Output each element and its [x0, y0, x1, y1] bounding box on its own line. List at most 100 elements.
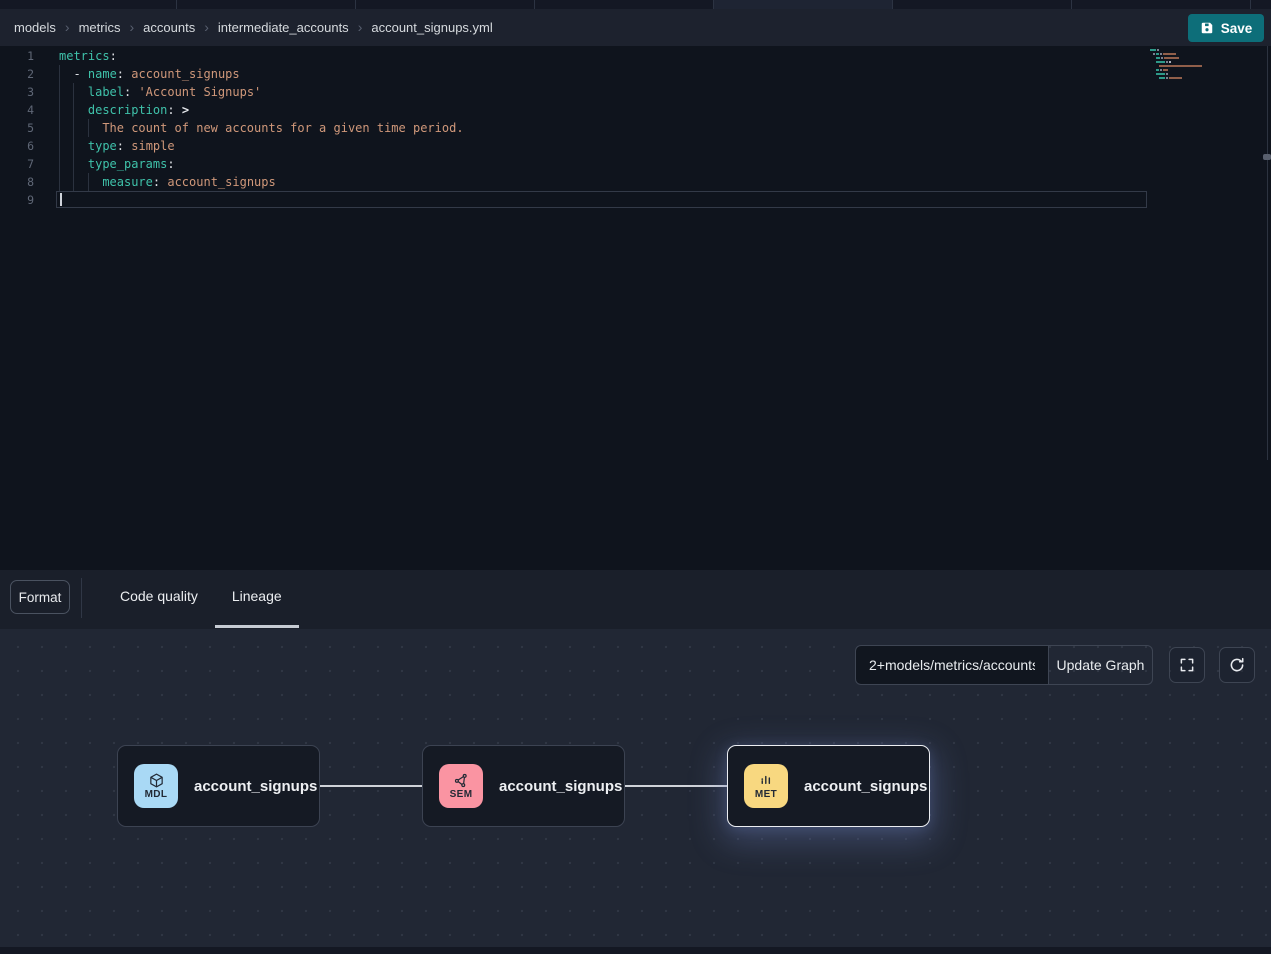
line-number: 1: [0, 47, 34, 65]
minimap-line: [1150, 69, 1212, 71]
metric-bars-icon: [758, 772, 775, 789]
save-button[interactable]: Save: [1188, 14, 1264, 42]
breadcrumb-item[interactable]: accounts: [143, 20, 195, 35]
current-line-highlight: [56, 191, 1147, 208]
indent-guide: [88, 173, 102, 191]
lineage-node-met[interactable]: METaccount_signups: [727, 745, 930, 827]
fullscreen-icon: [1178, 656, 1196, 674]
text-cursor: [60, 193, 62, 206]
lineage-node-sem[interactable]: SEM account_signups: [422, 745, 625, 827]
yaml-token: :: [167, 157, 174, 171]
code-line: 3 label: 'Account Signups': [0, 83, 1271, 101]
save-floppy-icon: [1200, 21, 1214, 35]
yaml-token: type_params: [88, 157, 167, 171]
tab-lineage[interactable]: Lineage: [215, 570, 299, 622]
editor-scrollbar-track[interactable]: [1267, 46, 1268, 460]
panel-tabs: Code quality Lineage: [103, 570, 299, 622]
bottom-strip: [0, 947, 1271, 954]
yaml-token: account_signups: [160, 175, 276, 189]
bottom-panel-tab-bar: Format Code quality Lineage: [0, 570, 1271, 629]
yaml-token: The count of new accounts for a given ti…: [102, 121, 463, 135]
minimap-line: [1150, 49, 1212, 51]
code-line-content: label: 'Account Signups': [59, 83, 261, 101]
yaml-code-editor[interactable]: 1 metrics: 2 - name: account_signups 3 label:…: [0, 46, 1271, 570]
node-label: account_signups: [194, 778, 317, 795]
code-line-content: description: >: [59, 101, 189, 119]
breadcrumb-item[interactable]: intermediate_accounts: [218, 20, 349, 35]
indent-guide: [59, 173, 73, 191]
indent-guide: [73, 101, 87, 119]
tab-divider: [713, 0, 714, 9]
line-number: 5: [0, 119, 34, 137]
yaml-token: :: [110, 49, 117, 63]
refresh-button[interactable]: [1219, 647, 1255, 683]
code-line-content: measure: account_signups: [59, 173, 276, 191]
minimap-line: [1150, 57, 1212, 59]
code-lines: 1 metrics: 2 - name: account_signups 3 label:…: [0, 47, 1271, 209]
tab-code-quality[interactable]: Code quality: [103, 570, 215, 622]
code-line: 4description: >: [0, 101, 1271, 119]
tab-divider: [892, 0, 893, 9]
yaml-token: :: [117, 139, 124, 153]
line-number: 3: [0, 83, 34, 101]
yaml-token: label: [88, 85, 124, 99]
tab-bar-divider: [81, 578, 82, 618]
yaml-token: -: [73, 67, 87, 81]
lineage-filter-input[interactable]: [855, 645, 1049, 685]
indent-guide: [73, 83, 87, 101]
code-line: 2 - name: account_signups: [0, 65, 1271, 83]
indent-guide: [73, 137, 87, 155]
line-number: 2: [0, 65, 34, 83]
breadcrumb-separator-icon: ›: [129, 20, 134, 34]
tab-divider: [534, 0, 535, 9]
editor-tabs-strip: [0, 0, 1271, 9]
fullscreen-button[interactable]: [1169, 647, 1205, 683]
yaml-token: >: [175, 103, 189, 117]
active-tab-segment: [713, 0, 892, 9]
breadcrumb-item[interactable]: account_signups.yml: [371, 20, 492, 35]
format-button[interactable]: Format: [10, 580, 70, 614]
code-line-content: type_params:: [59, 155, 175, 173]
indent-guide: [73, 155, 87, 173]
node-type-label: MDL: [145, 790, 168, 800]
code-line: 1 metrics:: [0, 47, 1271, 65]
breadcrumb-separator-icon: ›: [204, 20, 209, 34]
dbt-ide-app: models › metrics › accounts › intermediate_acc…: [0, 0, 1271, 954]
lineage-node-mdl[interactable]: MDL account_signups: [117, 745, 320, 827]
code-line-content: type: simple: [59, 137, 175, 155]
code-line: 6 type: simple: [0, 137, 1271, 155]
breadcrumb-bar: models › metrics › accounts › intermediate_acc…: [0, 9, 1271, 46]
lineage-canvas[interactable]: Update Graph MDL account_signups SEM accoun…: [0, 629, 1271, 947]
line-number: 7: [0, 155, 34, 173]
code-line: 8 measure: account_signups: [0, 173, 1271, 191]
node-type-badge: SEM: [439, 764, 483, 808]
line-number: 8: [0, 173, 34, 191]
code-line-content: The count of new accounts for a given ti…: [59, 119, 464, 137]
indent-guide: [59, 137, 73, 155]
yaml-token: metrics: [59, 49, 110, 63]
update-graph-button[interactable]: Update Graph: [1049, 645, 1153, 685]
code-line-content: - name: account_signups: [59, 65, 240, 83]
code-line: 7 type_params:: [0, 155, 1271, 173]
yaml-token: 'Account Signups': [131, 85, 261, 99]
line-number: 6: [0, 137, 34, 155]
breadcrumb-separator-icon: ›: [358, 20, 363, 34]
editor-scrollbar-thumb[interactable]: [1263, 154, 1271, 160]
minimap[interactable]: [1150, 49, 1212, 85]
indent-guide: [73, 173, 87, 191]
minimap-line: [1150, 53, 1212, 55]
yaml-token: simple: [124, 139, 175, 153]
breadcrumb-item[interactable]: metrics: [79, 20, 121, 35]
semantic-model-icon: [453, 772, 470, 789]
lineage-filter-group: Update Graph: [855, 645, 1153, 685]
node-label: account_signups: [499, 778, 622, 795]
yaml-token: :: [117, 67, 124, 81]
line-number: 9: [0, 191, 34, 209]
code-line: 9: [0, 191, 1271, 209]
yaml-token: account_signups: [124, 67, 240, 81]
breadcrumb-item[interactable]: models: [14, 20, 56, 35]
yaml-token: :: [167, 103, 174, 117]
indent-guide: [59, 119, 73, 137]
node-type-label: SEM: [450, 790, 473, 800]
model-cube-icon: [148, 772, 165, 789]
